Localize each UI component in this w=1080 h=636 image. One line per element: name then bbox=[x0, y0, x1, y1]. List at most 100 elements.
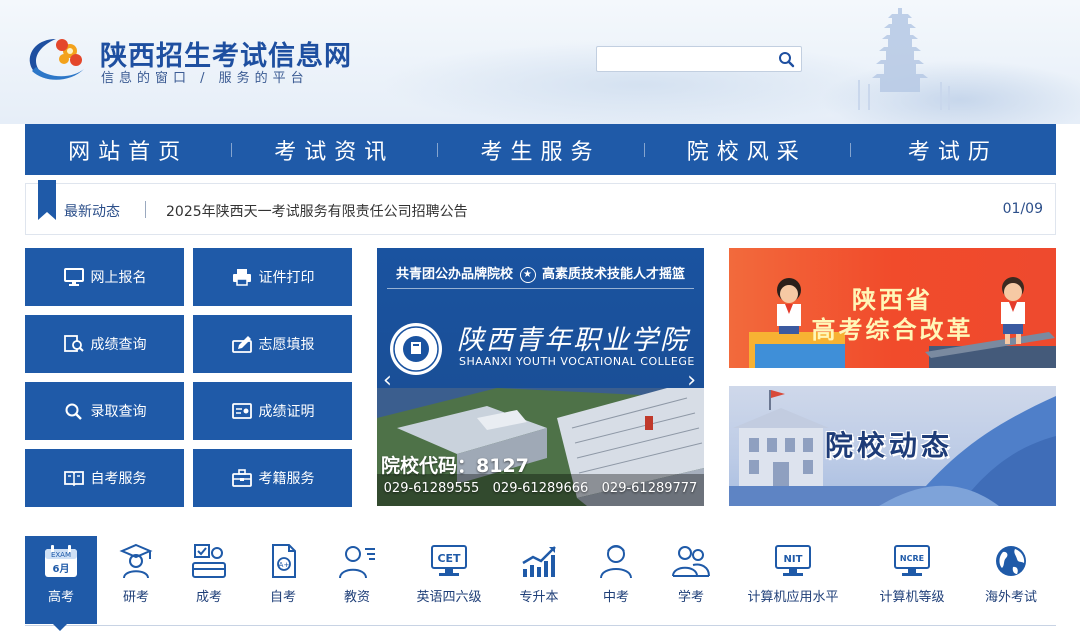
exam-category-tabs: EXAM 6月 高考 研考 成考 A+ 自考 教资 CET 英语四六级 专升本 … bbox=[25, 536, 1056, 631]
search-icon bbox=[63, 401, 85, 421]
svg-text:A+: A+ bbox=[279, 561, 290, 569]
pagoda-illustration bbox=[858, 8, 950, 110]
college-news-title: 院校动态 bbox=[825, 429, 954, 462]
search-input[interactable] bbox=[596, 46, 802, 72]
tab-label: 计算机等级 bbox=[879, 590, 945, 605]
tab-gaokao[interactable]: EXAM 6月 高考 bbox=[25, 536, 97, 631]
service-label: 成绩证明 bbox=[258, 404, 315, 420]
tab-label: 英语四六级 bbox=[416, 590, 482, 605]
tab-postgraduate[interactable]: 研考 bbox=[100, 536, 172, 624]
service-score-query-button[interactable]: 成绩查询 bbox=[25, 315, 184, 373]
tab-label: 成考 bbox=[195, 590, 222, 605]
nav-item-candidate-services[interactable]: 考生服务 bbox=[437, 134, 643, 166]
college-ad-banner[interactable]: 共青团公办品牌院校 ★ 高素质技术技能人才摇篮 陕西青年职业学院 SHAANXI… bbox=[377, 248, 704, 506]
tab-label: 自考 bbox=[269, 590, 296, 605]
service-application-filling-button[interactable]: 志愿填报 bbox=[193, 315, 352, 373]
nav-item-college-showcase[interactable]: 院校风采 bbox=[644, 134, 850, 166]
adult-exam-icon bbox=[192, 544, 226, 578]
tab-upgrade-to-bachelor[interactable]: 专升本 bbox=[503, 536, 575, 624]
tab-label: 研考 bbox=[122, 590, 149, 605]
reform-title-line2: 高考综合改革 bbox=[811, 316, 974, 344]
college-phone: 029-61289777 bbox=[601, 481, 698, 496]
tab-cet[interactable]: CET 英语四六级 bbox=[405, 536, 493, 624]
service-label: 证件打印 bbox=[258, 270, 315, 286]
nav-item-exam-news[interactable]: 考试资讯 bbox=[231, 134, 437, 166]
site-header: 陕西招生考试信息网 信息的窗口 / 服务的平台 bbox=[0, 0, 1080, 124]
banner-divider bbox=[387, 288, 694, 289]
exam-month-text: 6月 bbox=[53, 563, 70, 575]
cet-icon: CET bbox=[431, 545, 467, 576]
service-exam-record-button[interactable]: 考籍服务 bbox=[193, 449, 352, 507]
service-label: 自考服务 bbox=[90, 471, 147, 487]
banner-headline-right: 高素质技术技能人才摇篮 bbox=[542, 267, 686, 282]
tab-label: 海外考试 bbox=[984, 590, 1037, 605]
tab-teacher-qualification[interactable]: 教资 bbox=[321, 536, 393, 624]
college-phone: 029-61289555 bbox=[383, 481, 480, 496]
tab-label: 计算机应用水平 bbox=[747, 590, 839, 605]
gaokao-reform-promo[interactable]: 陕西省 高考综合改革 bbox=[729, 248, 1056, 368]
college-phone: 029-61289666 bbox=[492, 481, 589, 496]
ticker-page-counter: 01/09 bbox=[1002, 201, 1043, 217]
active-tab-pointer bbox=[53, 624, 67, 631]
tab-label: 教资 bbox=[343, 590, 370, 605]
service-label: 志愿填报 bbox=[258, 337, 315, 353]
tab-label: 高考 bbox=[47, 590, 74, 605]
calendar-exam-icon: EXAM 6月 bbox=[45, 545, 77, 577]
exam-badge-text: EXAM bbox=[51, 551, 71, 559]
tab-label: 专升本 bbox=[519, 590, 559, 605]
nav-item-exam-calendar[interactable]: 考试历 bbox=[850, 134, 1056, 166]
service-admission-query-button[interactable]: 录取查询 bbox=[25, 382, 184, 440]
tab-zhongkao[interactable]: 中考 bbox=[580, 536, 652, 624]
growth-chart-icon bbox=[522, 546, 556, 577]
ncre-monitor-icon: NCRE bbox=[894, 545, 930, 576]
banner-headline-left: 共青团公办品牌院校 bbox=[395, 267, 513, 282]
tab-overseas-exam[interactable]: 海外考试 bbox=[975, 536, 1047, 624]
monitor-icon bbox=[63, 267, 85, 287]
search-icon[interactable] bbox=[778, 51, 795, 68]
service-certificate-print-button[interactable]: 证件打印 bbox=[193, 248, 352, 306]
main-nav: 网站首页 考试资讯 考生服务 院校风采 考试历 bbox=[25, 124, 1056, 175]
tab-computer-rank[interactable]: NCRE 计算机等级 bbox=[867, 536, 957, 624]
tab-computer-application[interactable]: NIT 计算机应用水平 bbox=[737, 536, 849, 624]
news-ticker: 最新动态 2025年陕西天一考试服务有限责任公司招聘公告 01/09 bbox=[25, 180, 1056, 235]
service-label: 成绩查询 bbox=[90, 337, 147, 353]
ticker-label: 最新动态 bbox=[64, 204, 120, 220]
printer-icon bbox=[231, 267, 253, 287]
ncre-icon-text: NCRE bbox=[900, 554, 924, 563]
globe-icon bbox=[996, 546, 1026, 576]
tab-adult-exam[interactable]: 成考 bbox=[173, 536, 245, 624]
college-name-en: SHAANXI YOUTH VOCATIONAL COLLEGE bbox=[459, 355, 695, 368]
tab-label: 学考 bbox=[677, 590, 704, 605]
tab-label: 中考 bbox=[602, 590, 629, 605]
banner-headline: 共青团公办品牌院校 ★ 高素质技术技能人才摇篮 bbox=[377, 263, 704, 283]
nit-icon-text: NIT bbox=[784, 554, 803, 565]
college-news-promo[interactable]: 院校动态 bbox=[729, 386, 1056, 506]
college-phones: 029-61289555 029-61289666 029-61289777 bbox=[377, 481, 704, 496]
cet-icon-text: CET bbox=[437, 552, 461, 565]
service-online-registration-button[interactable]: 网上报名 bbox=[25, 248, 184, 306]
student-icon bbox=[600, 545, 632, 579]
graduate-icon bbox=[119, 543, 153, 579]
service-label: 考籍服务 bbox=[258, 471, 315, 487]
service-score-certificate-button[interactable]: 成绩证明 bbox=[193, 382, 352, 440]
site-logo-icon[interactable] bbox=[26, 33, 90, 83]
bookmark-flag-icon bbox=[38, 180, 56, 220]
students-icon bbox=[672, 546, 710, 577]
service-self-study-button[interactable]: 自考服务 bbox=[25, 449, 184, 507]
ticker-headline-link[interactable]: 2025年陕西天一考试服务有限责任公司招聘公告 bbox=[166, 201, 468, 221]
application-form-icon bbox=[231, 334, 253, 354]
star-badge-icon: ★ bbox=[519, 266, 536, 283]
tab-self-study[interactable]: A+ 自考 bbox=[247, 536, 319, 624]
certificate-icon bbox=[231, 401, 253, 421]
college-code: 院校代码：8127 bbox=[381, 455, 529, 477]
self-study-doc-icon: A+ bbox=[272, 544, 296, 578]
service-label: 网上报名 bbox=[90, 270, 147, 286]
college-seal-icon bbox=[390, 323, 442, 375]
nav-item-home[interactable]: 网站首页 bbox=[25, 134, 231, 166]
open-book-icon bbox=[63, 468, 85, 488]
site-slogan: 信息的窗口 / 服务的平台 bbox=[101, 71, 309, 86]
college-name-cn: 陕西青年职业学院 bbox=[457, 325, 689, 356]
service-label: 录取查询 bbox=[90, 404, 147, 420]
teacher-icon bbox=[339, 546, 375, 579]
tab-academic-proficiency[interactable]: 学考 bbox=[655, 536, 727, 624]
